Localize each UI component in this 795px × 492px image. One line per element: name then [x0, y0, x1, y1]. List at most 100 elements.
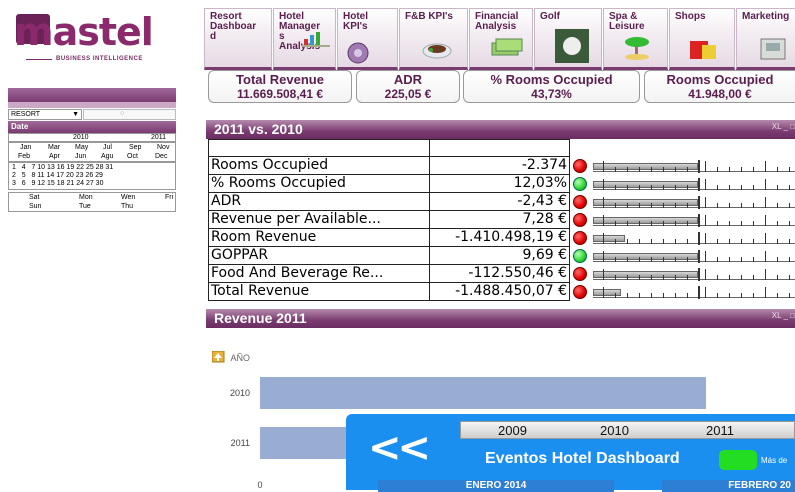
month-sep[interactable]: Sep: [129, 144, 141, 152]
gauge-tick: [741, 167, 742, 172]
window-controls[interactable]: XL _ □: [772, 122, 795, 131]
gauge-tick: [753, 167, 754, 172]
gauge-tick: [675, 293, 676, 298]
gauge-tick: [615, 293, 616, 298]
tab-marketing[interactable]: Marketing: [736, 8, 795, 70]
month-apr[interactable]: Apr: [49, 153, 60, 161]
gauge-tick: [639, 275, 640, 280]
gauge-tick: [615, 275, 616, 280]
weekday[interactable]: Thu: [121, 203, 133, 211]
kpi-value: 225,05 €: [384, 87, 432, 101]
gauge-tick: [741, 203, 742, 208]
weekday[interactable]: Wen: [121, 194, 135, 202]
gauge-tick: [765, 251, 766, 262]
gauge-bar: [593, 271, 698, 278]
row-value: -2,43 €: [430, 193, 570, 211]
tab-label: Marketing: [742, 11, 790, 22]
month-agu[interactable]: Agu: [101, 153, 113, 161]
table-row[interactable]: ADR -2,43 €: [208, 193, 795, 211]
back-button[interactable]: <<: [368, 428, 431, 468]
gauge-tick: [789, 221, 790, 226]
year-2010[interactable]: 2010: [73, 134, 89, 141]
gauge-tick: [663, 185, 664, 190]
events-window: 2009 2010 2011 << Eventos Hotel Dashboar…: [346, 414, 795, 492]
month-dec[interactable]: Dec: [155, 153, 167, 161]
weekday[interactable]: Sat: [29, 194, 40, 202]
year-2011[interactable]: 2011: [706, 423, 734, 438]
month-may[interactable]: May: [75, 144, 88, 152]
gauge-tick: [705, 215, 706, 226]
month-feb[interactable]: Feb: [18, 153, 30, 161]
gauge-tick: [777, 221, 778, 226]
gauge-tick: [741, 257, 742, 262]
gauge-target-marker: [698, 286, 700, 299]
tab-shops[interactable]: Shops: [669, 8, 735, 70]
table-row[interactable]: Rooms Occupied -2.374: [208, 157, 795, 175]
year-2009[interactable]: 2009: [498, 423, 527, 438]
tab-spa-leisure[interactable]: Spa & Leisure: [603, 8, 668, 70]
month-list: Jan Feb Mar Apr May Jun Jul Agu Sep Oct …: [8, 142, 176, 162]
window-controls[interactable]: XL _ □: [772, 311, 795, 320]
tab-resort-dashboard[interactable]: Resort Dashboar d: [204, 8, 272, 70]
gauge-tick: [753, 203, 754, 208]
gauge-tick: [687, 221, 688, 226]
month-jun[interactable]: Jun: [75, 153, 86, 161]
weekday[interactable]: Tue: [79, 203, 91, 211]
gauge-tick: [777, 185, 778, 190]
gauge-tick: [729, 293, 730, 298]
gauge-tick: [717, 275, 718, 280]
year-2010[interactable]: 2010: [600, 423, 629, 438]
gauge-tick: [717, 185, 718, 190]
tab-hotel-kpis[interactable]: Hotel KPI's: [337, 8, 398, 70]
logo: mastel BUSINESS INTELLIGENCE: [0, 0, 200, 78]
table-row[interactable]: Total Revenue -1.488.450,07 €: [208, 283, 795, 301]
gauge-tick: [639, 221, 640, 226]
table-row[interactable]: GOPPAR 9,69 €: [208, 247, 795, 265]
gauge-tick: [615, 257, 616, 262]
gauge-tick: [663, 203, 664, 208]
weekday[interactable]: Sun: [29, 203, 41, 211]
month-mar[interactable]: Mar: [48, 144, 60, 152]
table-row[interactable]: Food And Beverage Re... -112.550,46 €: [208, 265, 795, 283]
tab-hotel-managers-analysis[interactable]: Hotel Manager s Analysis: [273, 8, 336, 70]
bullet-gauge: [593, 284, 795, 300]
weekday[interactable]: Fri: [165, 194, 173, 202]
row-value: -1.488.450,07 €: [430, 283, 570, 301]
gauge-tick: [741, 185, 742, 190]
section-title: Revenue 2011: [214, 310, 307, 326]
day-row[interactable]: 3 6 9 12 15 18 21 24 27 30: [12, 180, 103, 188]
gauge-tick: [627, 185, 628, 190]
row-name: ADR: [208, 193, 430, 211]
day-row[interactable]: 2 5 8 11 14 17 20 23 26 29: [12, 172, 103, 180]
gauge-tick: [717, 293, 718, 298]
month-header: FEBRERO 20: [662, 480, 795, 492]
gauge-tick: [705, 287, 706, 298]
gauge-tick: [675, 167, 676, 172]
month-nov[interactable]: Nov: [157, 144, 169, 152]
resort-select[interactable]: RESORT ▼: [8, 109, 82, 120]
tab-fb-kpis[interactable]: F&B KPI's: [399, 8, 468, 70]
kpi-total-revenue: Total Revenue 11.669.508,41 €: [208, 70, 352, 103]
gauge-tick: [663, 221, 664, 226]
search-field[interactable]: ○: [83, 109, 176, 120]
table-row[interactable]: Room Revenue -1.410.498,19 €: [208, 229, 795, 247]
table-row[interactable]: Revenue per Available... 7,28 €: [208, 211, 795, 229]
more-label: Más de: [761, 456, 788, 465]
year-2011[interactable]: 2011: [151, 134, 166, 141]
tab-financial-analysis[interactable]: Financial Analysis: [469, 8, 533, 70]
tab-golf[interactable]: Golf: [534, 8, 602, 70]
more-button[interactable]: [719, 450, 757, 470]
kpi-title: ADR: [393, 72, 423, 87]
x-tick-label: 0: [257, 480, 262, 490]
month-oct[interactable]: Oct: [127, 153, 138, 161]
sidebar: RESORT ▼ ○ Date 2010 2011 Jan Feb Mar Apr…: [8, 88, 176, 212]
day-row[interactable]: 1 4 7 10 13 16 19 22 25 28 31: [12, 164, 113, 172]
category-label: 2011: [231, 438, 250, 448]
bar-2010[interactable]: [260, 377, 706, 409]
gauge-tick: [675, 203, 676, 208]
bullet-gauge: [593, 176, 795, 192]
month-jul[interactable]: Jul: [103, 144, 112, 152]
table-row[interactable]: % Rooms Occupied 12,03%: [208, 175, 795, 193]
month-jan[interactable]: Jan: [20, 144, 31, 152]
weekday[interactable]: Mon: [79, 194, 93, 202]
